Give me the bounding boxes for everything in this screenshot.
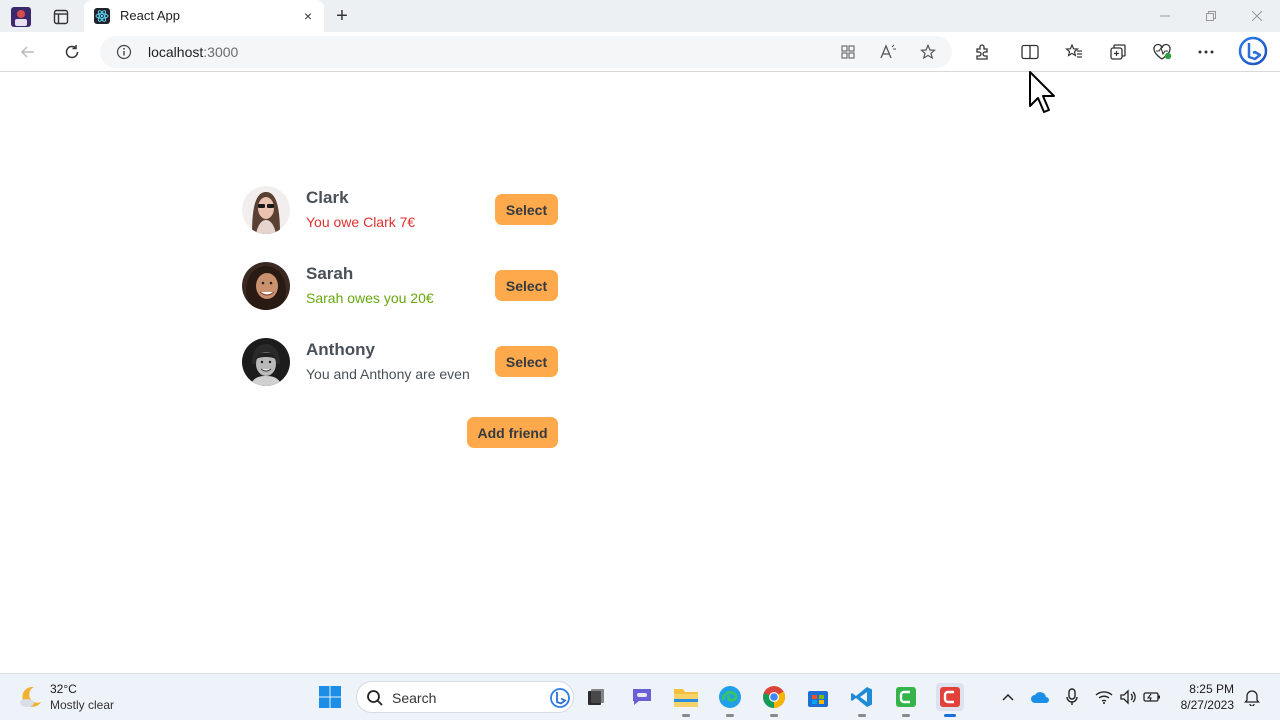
search-icon <box>366 689 384 712</box>
url-port: :3000 <box>203 44 239 60</box>
info-icon[interactable] <box>116 44 132 60</box>
battery-icon[interactable] <box>1142 687 1162 707</box>
select-friend-button[interactable]: Select <box>495 194 558 225</box>
extensions-icon[interactable] <box>970 40 994 64</box>
read-aloud-icon[interactable] <box>876 40 900 64</box>
url-host: localhost <box>148 44 204 60</box>
app-content: Clark You owe Clark 7€ Select Sarah Sara… <box>0 72 1280 673</box>
refresh-icon[interactable] <box>60 40 84 64</box>
back-icon[interactable] <box>16 40 40 64</box>
minimize-icon[interactable] <box>1150 4 1180 28</box>
active-indicator <box>944 714 956 717</box>
collections-icon[interactable] <box>1106 40 1130 64</box>
friend-item-anthony: Anthony You and Anthony are even Select <box>242 338 560 386</box>
friend-name: Clark <box>306 188 349 207</box>
running-indicator <box>858 714 866 717</box>
wifi-icon[interactable] <box>1094 687 1114 707</box>
restore-icon[interactable] <box>1196 4 1226 28</box>
bing-icon[interactable] <box>1238 36 1268 66</box>
file-explorer-icon[interactable] <box>672 683 700 711</box>
teams-chat-icon[interactable] <box>628 683 656 711</box>
react-favicon <box>94 8 110 24</box>
bing-search-icon[interactable] <box>549 687 571 714</box>
favorites-icon[interactable] <box>1062 40 1086 64</box>
taskbar: 32°C Mostly clear Search 8:25 PM 8/27/20… <box>0 673 1280 720</box>
close-tab-icon[interactable]: × <box>298 6 318 26</box>
store-icon[interactable] <box>804 683 832 711</box>
weather-description[interactable]: Mostly clear <box>50 698 114 712</box>
taskbar-search-input[interactable]: Search <box>356 681 574 713</box>
tab-react-app[interactable]: React App × <box>84 0 324 32</box>
friend-item-sarah: Sarah Sarah owes you 20€ Select <box>242 262 560 310</box>
new-tab-icon[interactable]: + <box>330 4 354 28</box>
search-placeholder: Search <box>392 690 437 706</box>
app-green-icon[interactable] <box>892 683 920 711</box>
friend-item-clark: Clark You owe Clark 7€ Select <box>242 186 560 234</box>
tab-bar: React App × + <box>0 0 1280 32</box>
more-icon[interactable] <box>1194 40 1218 64</box>
split-screen-icon[interactable] <box>1018 40 1042 64</box>
select-friend-button[interactable]: Select <box>495 346 558 377</box>
chevron-up-icon[interactable] <box>998 687 1018 707</box>
avatar <box>242 338 290 386</box>
apps-icon[interactable] <box>836 40 860 64</box>
running-indicator <box>682 714 690 717</box>
windows-start-icon[interactable] <box>316 683 344 711</box>
browser-toolbar: localhost:3000 <box>0 32 1280 92</box>
friend-balance-status: You and Anthony are even <box>306 366 470 382</box>
clock-date[interactable]: 8/27/2023 <box>1172 698 1234 712</box>
volume-icon[interactable] <box>1118 687 1138 707</box>
tab-title: React App <box>120 8 180 23</box>
vscode-icon[interactable] <box>848 683 876 711</box>
favorite-star-icon[interactable] <box>916 40 940 64</box>
task-view-icon[interactable] <box>582 683 610 711</box>
friend-name: Sarah <box>306 264 354 283</box>
onedrive-icon[interactable] <box>1030 687 1050 707</box>
mouse-cursor-icon <box>1028 70 1058 114</box>
notification-icon[interactable] <box>1242 687 1262 707</box>
close-window-icon[interactable] <box>1242 4 1272 28</box>
microphone-icon[interactable] <box>1062 687 1082 707</box>
running-indicator <box>770 714 778 717</box>
add-friend-button[interactable]: Add friend <box>467 417 558 448</box>
avatar <box>242 186 290 234</box>
running-indicator <box>726 714 734 717</box>
workspaces-icon[interactable] <box>48 4 74 30</box>
app-red-icon[interactable] <box>936 683 964 711</box>
profile-icon[interactable] <box>8 4 34 30</box>
running-indicator <box>902 714 910 717</box>
friend-balance-status: Sarah owes you 20€ <box>306 290 434 306</box>
chrome-icon[interactable] <box>760 683 788 711</box>
weather-temperature[interactable]: 32°C <box>50 682 77 696</box>
weather-moon-icon[interactable] <box>18 684 44 710</box>
browser-essentials-icon[interactable] <box>1150 40 1174 64</box>
edge-icon[interactable] <box>716 683 744 711</box>
friend-name: Anthony <box>306 340 375 359</box>
select-friend-button[interactable]: Select <box>495 270 558 301</box>
friend-balance-status: You owe Clark 7€ <box>306 214 416 230</box>
url-text: localhost:3000 <box>148 44 238 60</box>
clock-time[interactable]: 8:25 PM <box>1186 682 1234 696</box>
address-bar[interactable]: localhost:3000 <box>100 36 952 68</box>
avatar <box>242 262 290 310</box>
